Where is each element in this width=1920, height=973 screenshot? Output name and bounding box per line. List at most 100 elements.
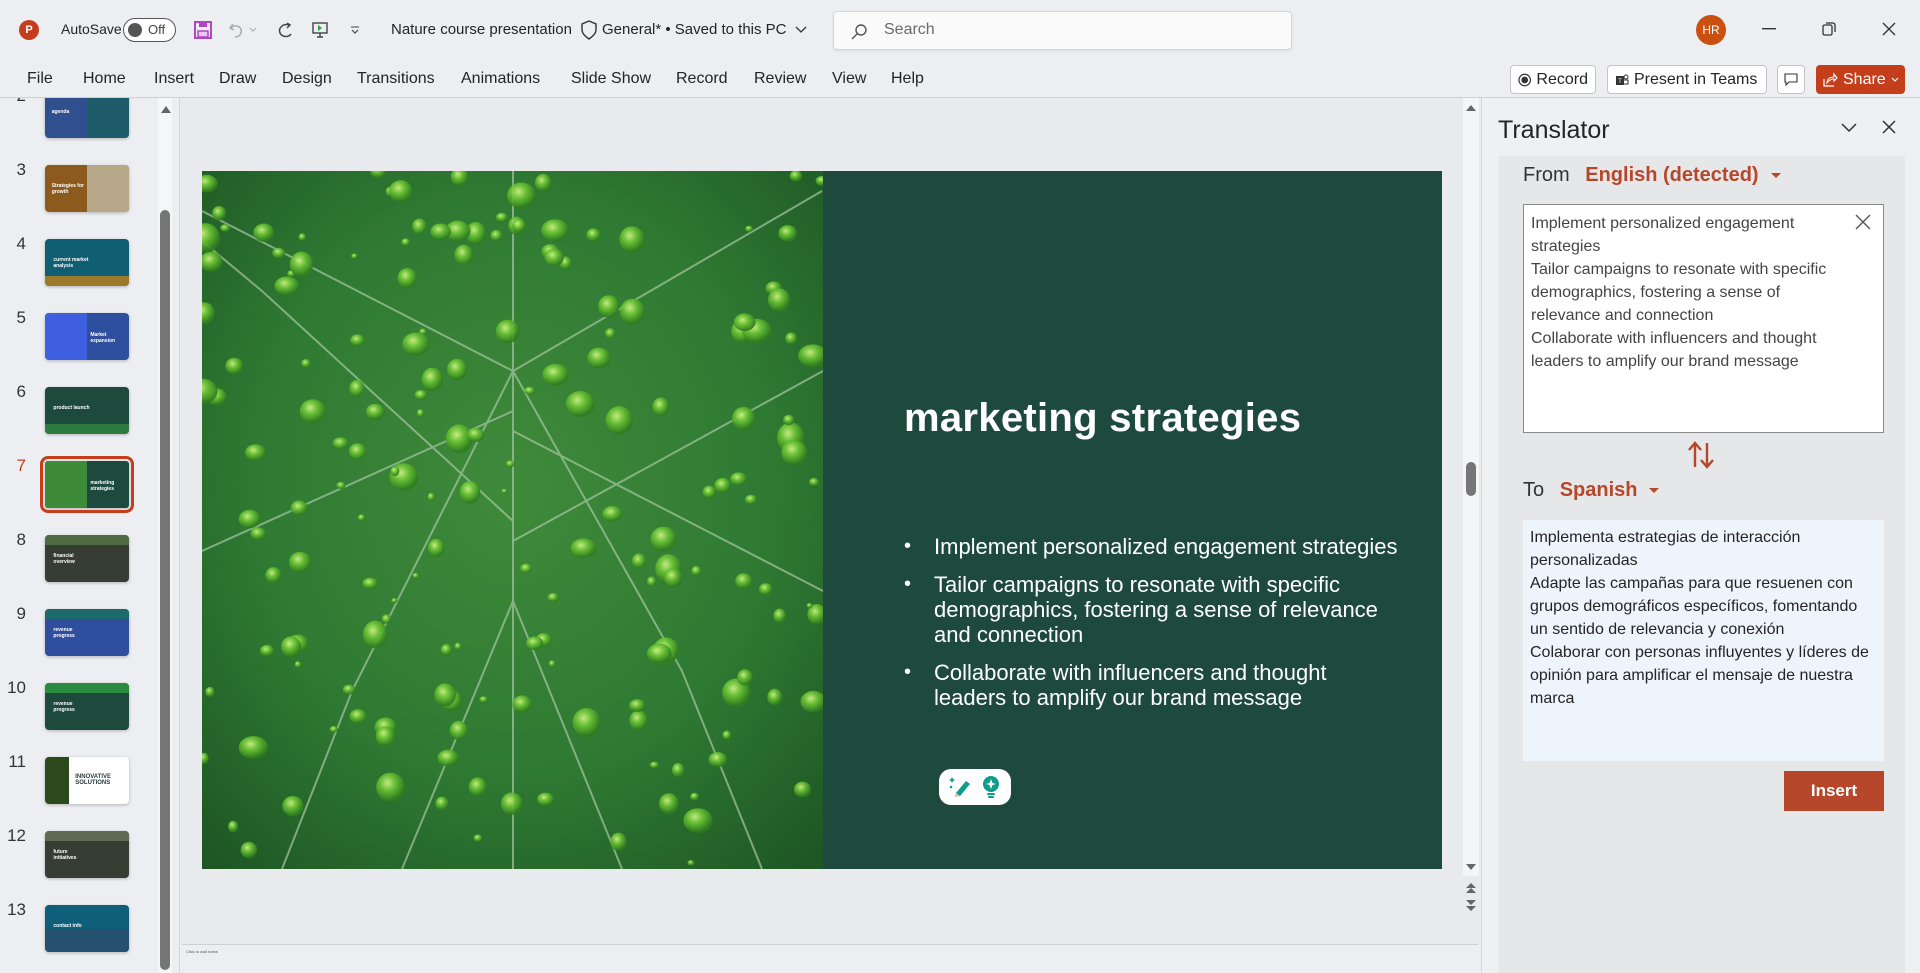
thumbnail-title: product launch [53, 404, 90, 411]
slide-canvas[interactable]: marketing strategies Implement personali… [202, 171, 1442, 869]
start-slideshow-icon[interactable] [307, 17, 333, 43]
previous-next-slide-icon[interactable] [1464, 880, 1478, 916]
minimize-button[interactable] [1749, 14, 1789, 44]
slide-thumbnail-6[interactable]: product launch [45, 387, 129, 434]
notes-pane[interactable]: Click to add notes [182, 944, 1478, 973]
insert-button[interactable]: Insert [1784, 771, 1884, 811]
to-language-dropdown[interactable]: Spanish [1560, 479, 1660, 501]
previous-slide-icon[interactable] [1466, 883, 1476, 893]
lightbulb-ideas-icon[interactable] [980, 775, 1002, 799]
tab-draw[interactable]: Draw [219, 70, 256, 88]
scroll-down-icon[interactable] [1466, 864, 1476, 870]
slide-number: 7 [16, 456, 26, 475]
water-droplet [602, 506, 623, 522]
tab-review[interactable]: Review [754, 70, 806, 88]
customize-toolbar-icon[interactable] [342, 17, 368, 43]
water-droplet [299, 399, 326, 424]
slide-thumbnail-pane: 2 agenda 3 Strategies for growth 4 current ma… [0, 98, 180, 973]
slide-thumbnail-7[interactable]: marketing strategies [40, 456, 134, 513]
record-label: Record [1536, 70, 1588, 88]
comments-button[interactable] [1777, 65, 1805, 94]
search-input[interactable]: Search [833, 11, 1292, 50]
clear-text-icon[interactable] [1854, 213, 1872, 231]
scroll-up-icon[interactable] [1466, 105, 1476, 111]
tab-file[interactable]: File [27, 70, 53, 88]
save-status[interactable]: General* • Saved to this PC [602, 21, 807, 38]
water-droplet [647, 643, 672, 664]
tab-slide-show[interactable]: Slide Show [571, 70, 651, 88]
bullet-item[interactable]: Implement personalized engagement strate… [904, 534, 1404, 559]
tab-record[interactable]: Record [676, 70, 728, 88]
undo-dropdown-icon[interactable] [246, 17, 260, 43]
thumbnail-image [45, 831, 129, 842]
thumbnail-scrollbar[interactable] [158, 98, 172, 973]
slide-number: 10 [7, 678, 26, 697]
from-language-dropdown[interactable]: English (detected) [1585, 164, 1781, 186]
water-droplet [629, 710, 648, 731]
slide-thumbnail-3[interactable]: Strategies for growth [45, 165, 129, 212]
bullet-item[interactable]: Tailor campaigns to resonate with specif… [904, 572, 1404, 647]
slide-thumbnail-4[interactable]: current market analysis [45, 239, 129, 286]
slide-thumbnail-11[interactable]: INNOVATIVE SOLUTIONS [45, 757, 129, 804]
tab-help[interactable]: Help [891, 70, 924, 88]
slide-thumbnail-5[interactable]: Market expansion [45, 313, 129, 360]
slide-thumbnail-12[interactable]: future initiatives [45, 831, 129, 878]
close-window-button[interactable] [1869, 14, 1909, 44]
save-icon[interactable] [190, 17, 216, 43]
source-text-input[interactable]: Implement personalized engagement strate… [1523, 204, 1884, 433]
designer-suggestions-chip[interactable] [939, 769, 1011, 805]
slide-thumbnail-8[interactable]: financial overview [45, 535, 129, 582]
swap-languages-icon[interactable] [1686, 440, 1716, 470]
svg-text:T: T [1618, 79, 1622, 85]
slide-number: 5 [16, 308, 26, 327]
record-button[interactable]: Record [1510, 65, 1596, 94]
water-droplet [375, 726, 396, 747]
thumbnail-title: revenue progress [53, 700, 75, 713]
source-text[interactable]: Implement personalized engagement strate… [1531, 212, 1841, 373]
redo-icon[interactable] [272, 17, 298, 43]
next-slide-icon[interactable] [1466, 900, 1476, 911]
translated-line: Implementa estrategias de interacción pe… [1530, 529, 1801, 569]
thumbnail-image [45, 461, 87, 508]
source-line: Tailor campaigns to resonate with specif… [1531, 261, 1827, 324]
thumbnail-image [45, 609, 129, 620]
tab-transitions[interactable]: Transitions [357, 70, 435, 88]
tab-insert[interactable]: Insert [154, 70, 194, 88]
slide-number: 9 [16, 604, 26, 623]
bullet-item[interactable]: Collaborate with influencers and thought… [904, 660, 1404, 710]
editor-vertical-scrollbar[interactable] [1463, 98, 1479, 876]
tab-home[interactable]: Home [83, 70, 126, 88]
present-in-teams-button[interactable]: T Present in Teams [1607, 65, 1767, 94]
document-title[interactable]: Nature course presentation [391, 21, 572, 38]
avatar[interactable]: HR [1696, 15, 1726, 45]
slide-title[interactable]: marketing strategies [904, 396, 1301, 441]
water-droplet [768, 288, 791, 312]
water-droplet [391, 598, 398, 604]
tab-design[interactable]: Design [282, 70, 332, 88]
leaf-image[interactable] [202, 171, 823, 869]
close-icon[interactable] [1882, 120, 1896, 134]
slide-thumbnail-13[interactable]: contact info [45, 905, 129, 952]
slide-bullet-list[interactable]: Implement personalized engagement strate… [904, 534, 1404, 723]
designer-pencil-icon[interactable] [948, 775, 974, 799]
scrollbar-thumb[interactable] [160, 210, 170, 970]
thumbnail-image [45, 275, 129, 286]
translated-text-output[interactable]: Implementa estrategias de interacción pe… [1523, 520, 1884, 761]
scrollbar-thumb[interactable] [1466, 462, 1476, 496]
scroll-up-icon[interactable] [161, 106, 171, 113]
slide-thumbnail-9[interactable]: revenue progress [45, 609, 129, 656]
toggle-knob [128, 23, 142, 37]
chevron-down-icon[interactable] [1840, 120, 1858, 134]
share-button[interactable]: Share [1816, 65, 1905, 94]
water-droplet [365, 403, 385, 420]
slide-thumbnail-10[interactable]: revenue progress [45, 683, 129, 730]
tab-view[interactable]: View [832, 70, 866, 88]
tab-animations[interactable]: Animations [461, 70, 540, 88]
slide-thumbnail-2[interactable]: agenda [45, 98, 129, 138]
water-droplet [587, 347, 611, 369]
translated-text[interactable]: Implementa estrategias de interacción pe… [1530, 526, 1870, 710]
autosave-toggle[interactable]: Off [123, 18, 176, 42]
water-droplet [683, 808, 713, 833]
water-droplet [225, 357, 244, 375]
restore-button[interactable] [1809, 14, 1849, 44]
